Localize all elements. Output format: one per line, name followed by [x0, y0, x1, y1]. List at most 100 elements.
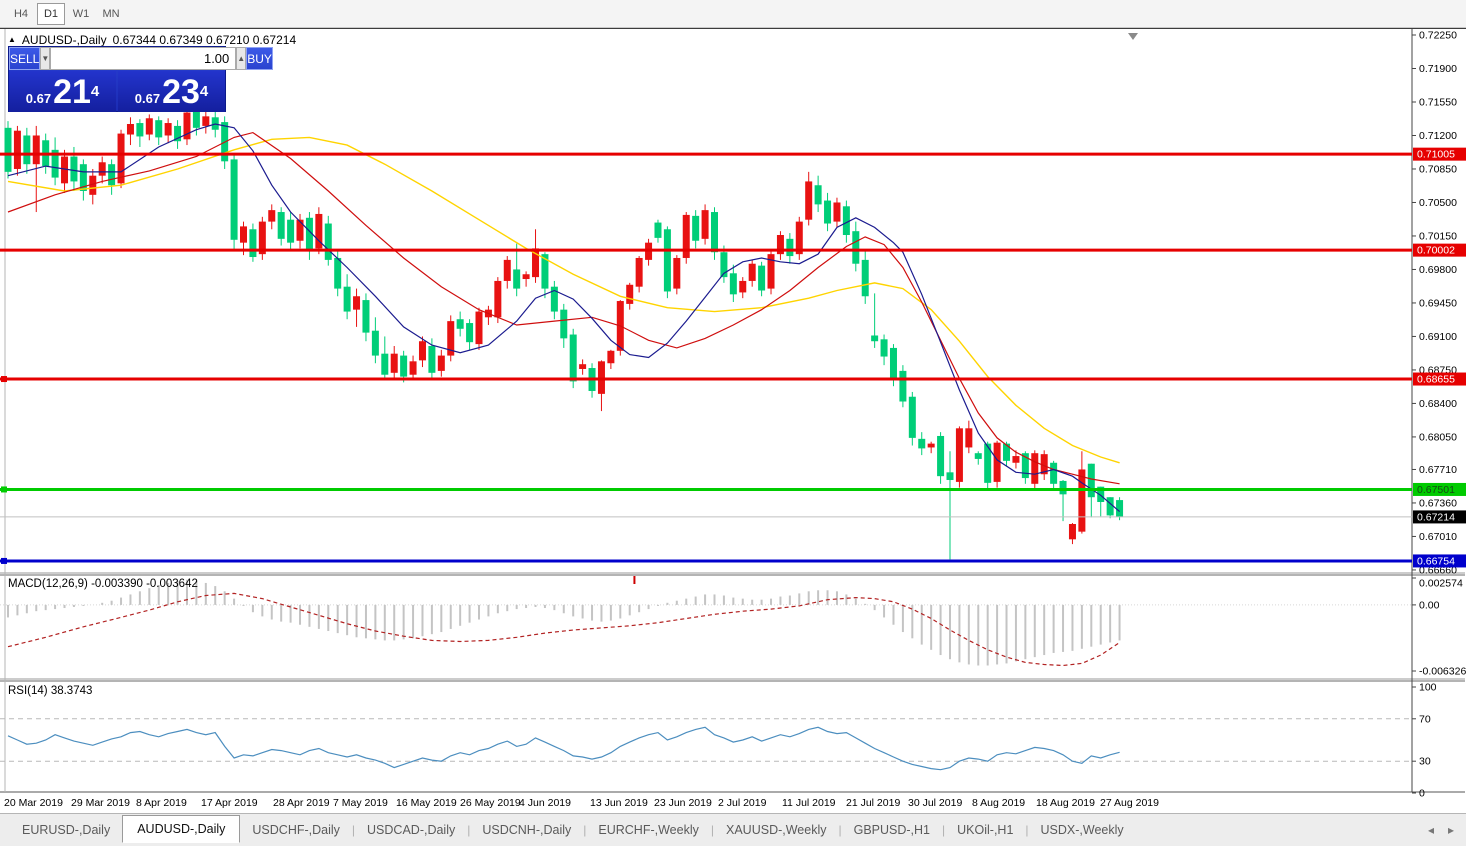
- hline-anchor[interactable]: [1, 558, 7, 564]
- candle-body: [457, 319, 464, 329]
- rsi-axis[interactable]: 10070300: [1412, 682, 1437, 800]
- candle-body: [504, 260, 511, 281]
- tab-audusd-daily[interactable]: AUDUSD-,Daily: [122, 815, 240, 843]
- tab-usdcnh-daily[interactable]: USDCNH-,Daily: [470, 817, 583, 843]
- sell-price-pipette: 4: [91, 75, 99, 108]
- collapse-arrow-icon[interactable]: ▲: [8, 36, 16, 44]
- price-tick-label: 0.70850: [1419, 163, 1457, 175]
- hline-0.66754[interactable]: 0.66754: [0, 554, 1466, 567]
- hline-label-text: 0.68655: [1417, 374, 1455, 386]
- candle-body: [381, 354, 388, 375]
- rsi-pane[interactable]: [0, 719, 1412, 770]
- date-axis-label: 26 May 2019: [460, 797, 521, 809]
- candle-body: [287, 220, 294, 243]
- candle-body: [702, 210, 709, 239]
- candle-body: [108, 164, 115, 185]
- tab-eurusd-daily[interactable]: EURUSD-,Daily: [10, 817, 122, 843]
- hline-0.70002[interactable]: 0.70002: [0, 244, 1466, 257]
- timeframe-button-w1[interactable]: W1: [67, 3, 95, 25]
- hline-0.71005[interactable]: 0.71005: [0, 148, 1466, 161]
- tab-usdchf-daily[interactable]: USDCHF-,Daily: [240, 817, 352, 843]
- candle-body: [278, 212, 285, 239]
- date-axis-label: 30 Jul 2019: [908, 797, 962, 809]
- tab-eurchf-weekly[interactable]: EURCHF-,Weekly: [586, 817, 710, 843]
- volume-input[interactable]: [50, 47, 236, 70]
- timeframe-button-mn[interactable]: MN: [97, 3, 125, 25]
- candle-body: [419, 341, 426, 360]
- candle-body: [947, 472, 954, 480]
- date-axis-label: 17 Apr 2019: [201, 797, 258, 809]
- candlesticks[interactable]: [5, 107, 1124, 560]
- candle-body: [805, 181, 812, 219]
- candle-body: [1060, 481, 1067, 494]
- ma-slow-line[interactable]: [8, 137, 1120, 462]
- candle-body: [268, 210, 275, 221]
- candle-body: [249, 229, 256, 257]
- candle-body: [1031, 453, 1038, 484]
- chart-shift-marker-icon[interactable]: [1128, 33, 1138, 40]
- price-tick-label: 0.67710: [1419, 464, 1457, 476]
- candle-body: [1078, 469, 1085, 531]
- buy-price-box[interactable]: 0.67 23 4: [118, 71, 225, 112]
- price-tick-label: 0.72250: [1419, 30, 1457, 42]
- tab-scroll-right-icon[interactable]: ▸: [1448, 823, 1454, 837]
- candle-body: [918, 439, 925, 449]
- date-axis-label: 29 Mar 2019: [71, 797, 130, 809]
- candle-body: [155, 120, 162, 137]
- hline-anchor[interactable]: [1, 376, 7, 382]
- candle-body: [852, 231, 859, 264]
- candle-body: [1088, 464, 1095, 497]
- candle-body: [466, 323, 473, 342]
- candle-body: [843, 206, 850, 235]
- candle-body: [937, 436, 944, 476]
- candle-body: [579, 364, 586, 369]
- chart-canvas[interactable]: 0.722500.719000.715500.712000.708500.705…: [0, 29, 1466, 814]
- chart-symbol-label: AUDUSD-,Daily: [22, 33, 107, 47]
- date-axis-label: 23 Jun 2019: [654, 797, 712, 809]
- candle-body: [127, 124, 134, 135]
- candle-body: [240, 226, 247, 242]
- tab-gbpusd-h1[interactable]: GBPUSD-,H1: [842, 817, 942, 843]
- candle-body: [136, 123, 143, 136]
- volume-increase-button[interactable]: ▲: [236, 47, 246, 70]
- buy-price-pipette: 4: [200, 75, 208, 108]
- volume-decrease-button[interactable]: ▼: [40, 47, 50, 70]
- chart-window: 0.722500.719000.715500.712000.708500.705…: [0, 28, 1466, 813]
- hline-0.67501[interactable]: 0.67501: [0, 483, 1466, 496]
- tab-scroll-left-icon[interactable]: ◂: [1428, 823, 1434, 837]
- candle-body: [730, 273, 737, 294]
- hline-anchor[interactable]: [1, 486, 7, 492]
- buy-price-prefix: 0.67: [135, 89, 160, 109]
- timeframe-button-h4[interactable]: H4: [7, 3, 35, 25]
- candle-body: [1116, 500, 1123, 517]
- sell-button[interactable]: SELL: [9, 47, 40, 70]
- price-tick-label: 0.69100: [1419, 331, 1457, 343]
- candle-body: [909, 397, 916, 438]
- candle-body: [890, 348, 897, 379]
- candle-body: [476, 312, 483, 345]
- candle-body: [626, 285, 633, 304]
- timeframe-toolbar: H4D1W1MN: [0, 0, 1466, 28]
- candle-body: [165, 123, 172, 135]
- buy-button[interactable]: BUY: [246, 47, 273, 70]
- tab-usdcad-daily[interactable]: USDCAD-,Daily: [355, 817, 467, 843]
- macd-pane[interactable]: [0, 576, 1412, 666]
- tab-ukoil-h1[interactable]: UKOil-,H1: [945, 817, 1025, 843]
- timeframe-button-d1[interactable]: D1: [37, 3, 65, 25]
- date-axis-label: 27 Aug 2019: [1100, 797, 1159, 809]
- candle-body: [560, 310, 567, 339]
- date-axis-label: 20 Mar 2019: [4, 797, 63, 809]
- candle-body: [428, 346, 435, 373]
- macd-axis[interactable]: 0.0025740.00-0.006326: [1412, 578, 1466, 678]
- tab-xauusd-weekly[interactable]: XAUUSD-,Weekly: [714, 817, 838, 843]
- candle-body: [824, 201, 831, 224]
- date-axis[interactable]: 20 Mar 201929 Mar 20198 Apr 201917 Apr 2…: [4, 797, 1159, 809]
- hline-label-text: 0.70002: [1417, 245, 1455, 257]
- tab-usdx-weekly[interactable]: USDX-,Weekly: [1029, 817, 1136, 843]
- candle-body: [410, 361, 417, 374]
- hline-0.68655[interactable]: 0.68655: [0, 373, 1466, 386]
- price-tick-label: 0.70150: [1419, 230, 1457, 242]
- sell-price-box[interactable]: 0.67 21 4: [9, 71, 116, 112]
- rsi-tick-label: 70: [1419, 713, 1431, 725]
- candle-body: [692, 216, 699, 241]
